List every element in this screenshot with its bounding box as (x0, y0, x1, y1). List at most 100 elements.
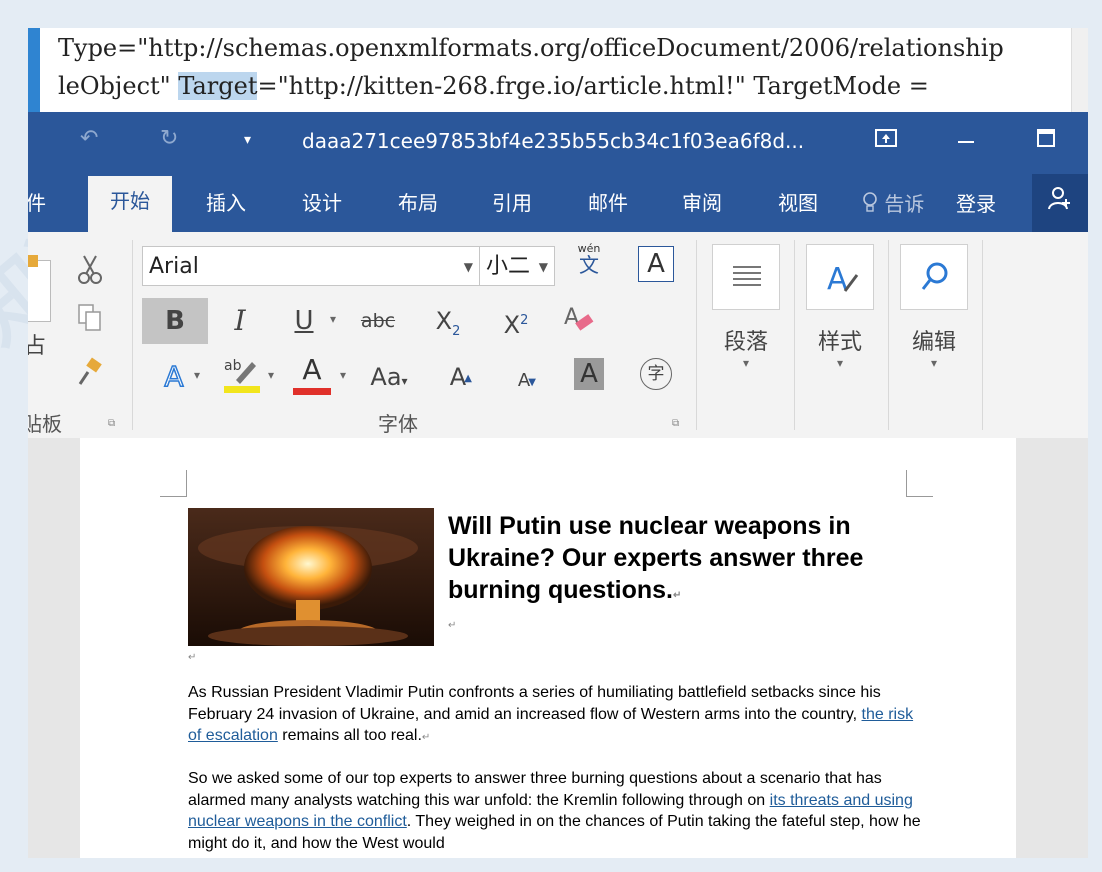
tab-insert[interactable]: 插入 (206, 188, 246, 232)
chevron-down-icon: ▼ (538, 260, 548, 274)
tab-references[interactable]: 引用 (492, 188, 532, 232)
bold-button[interactable]: B (142, 298, 208, 344)
font-name-value: Arial (149, 254, 199, 279)
xml-line-1: Type="http://schemas.openxmlformats.org/… (58, 34, 1004, 62)
paragraph-mark-icon: ↵ (188, 652, 197, 663)
chevron-down-icon[interactable]: ▾ (268, 368, 274, 382)
nuclear-explosion-image (188, 508, 434, 646)
paragraph-mark-icon: ↵ (673, 590, 682, 601)
superscript-button[interactable]: X2 (496, 298, 536, 348)
tab-review[interactable]: 审阅 (682, 188, 722, 232)
share-user-icon[interactable] (1032, 174, 1088, 232)
editing-button[interactable] (900, 244, 968, 310)
redo-icon[interactable]: ↻ (160, 126, 178, 151)
change-case-button[interactable]: Aa▾ (366, 356, 412, 402)
svg-text:ab: ab (224, 358, 242, 374)
xml-code-window: Type="http://schemas.openxmlformats.org/… (28, 28, 1088, 112)
paragraph-button[interactable] (712, 244, 780, 310)
xml-window-edge (28, 28, 40, 112)
styles-label: 样式 (817, 330, 862, 355)
font-size-value: 小二 (486, 254, 531, 279)
group-separator (794, 240, 795, 430)
clear-formatting-icon[interactable]: A (562, 302, 596, 336)
text-highlight-icon[interactable]: ab (222, 352, 262, 398)
tab-view[interactable]: 视图 (778, 188, 818, 232)
tab-mailings[interactable]: 邮件 (588, 188, 628, 232)
down-arrow-icon: ▼ (528, 377, 536, 388)
font-color-swatch (293, 388, 331, 395)
tab-layout[interactable]: 布局 (398, 188, 438, 232)
chevron-down-icon[interactable]: ▾ (330, 312, 336, 326)
strikethrough-button[interactable]: abc (358, 298, 398, 344)
article-paragraph-2: So we asked some of our top experts to a… (188, 768, 928, 854)
font-size-combo[interactable]: 小二 ▼ (479, 246, 555, 286)
paste-icon[interactable] (28, 255, 51, 322)
copy-icon[interactable] (76, 302, 104, 334)
paragraph-mark-icon: ↵ (421, 732, 431, 743)
superscript-x: X (503, 311, 521, 339)
word-screenshot: Type="http://schemas.openxmlformats.org/… (28, 28, 1088, 858)
font-color-letter: A (302, 353, 322, 386)
tab-home[interactable]: 开始 (88, 176, 172, 232)
paragraph-mark-icon: ↵ (448, 620, 457, 631)
italic-button[interactable]: I (224, 298, 256, 344)
text-effects-icon[interactable]: A (160, 356, 188, 398)
document-page[interactable]: Will Putin use nuclear weapons in Ukrain… (80, 438, 1016, 858)
styles-button[interactable]: A (806, 244, 874, 310)
subscript-button[interactable]: X2 (428, 298, 468, 355)
paragraph-label: 段落 (723, 330, 768, 355)
chevron-down-icon: ▾ (401, 374, 408, 388)
title-bar: ↶ ↻ ▾ daaa271cee97853bf4e235b55cb34c1f03… (28, 112, 1088, 174)
undo-icon[interactable]: ↶ (80, 126, 98, 151)
underline-button[interactable]: U (290, 298, 318, 344)
font-color-button[interactable]: A (292, 352, 332, 398)
chevron-down-icon[interactable]: ▾ (800, 356, 880, 370)
chevron-down-icon[interactable]: ▾ (894, 356, 974, 370)
chevron-down-icon[interactable]: ▾ (706, 356, 786, 370)
font-launcher-icon[interactable]: ⧉ (672, 418, 679, 429)
tell-me-box[interactable]: 告诉 (862, 188, 924, 217)
group-separator (132, 240, 133, 430)
character-border-button[interactable]: A (638, 246, 674, 282)
phonetic-guide-button[interactable]: wén 文 (574, 242, 604, 275)
clipboard-launcher-icon[interactable]: ⧉ (108, 418, 115, 429)
format-painter-icon[interactable] (76, 356, 104, 388)
xml-line-2-prefix: leObject" (58, 72, 179, 100)
paragraph-1-end: remains all too real. (277, 727, 422, 744)
font-name-combo[interactable]: Arial ▼ (142, 246, 480, 286)
ribbon-display-options-button[interactable] (866, 124, 906, 160)
minimize-button[interactable] (946, 124, 986, 160)
subscript-2: 2 (452, 323, 461, 339)
xml-line-2-suffix: ="http://kitten-268.frge.io/article.html… (257, 72, 929, 100)
lightbulb-icon (862, 192, 884, 216)
paste-label: 占 (28, 334, 47, 359)
cut-icon[interactable] (76, 254, 104, 286)
tell-me-label: 告诉 (884, 192, 925, 216)
margin-corner-mark (906, 470, 933, 497)
chevron-down-icon[interactable]: ▾ (340, 368, 346, 382)
font-group-label: 字体 (378, 412, 418, 436)
chevron-down-icon[interactable]: ▾ (194, 368, 200, 382)
enclose-characters-button[interactable]: 字 (640, 358, 672, 390)
chevron-down-icon: ▼ (463, 260, 473, 274)
grow-font-button[interactable]: A ▲ (444, 356, 472, 398)
ribbon-tabs: 件 开始 插入 设计 布局 引用 邮件 审阅 视图 告诉 登录 (28, 174, 1088, 232)
document-title: daaa271cee97853bf4e235b55cb34c1f03ea6f8d… (302, 129, 805, 153)
maximize-button[interactable] (1026, 124, 1066, 160)
login-link[interactable]: 登录 (956, 188, 996, 217)
group-separator (888, 240, 889, 430)
xml-scrollbar[interactable] (1071, 28, 1088, 112)
svg-text:A: A (564, 305, 579, 330)
tab-file[interactable]: 件 (28, 188, 46, 232)
tab-design[interactable]: 设计 (302, 188, 342, 232)
customize-toolbar-icon[interactable]: ▾ (244, 132, 251, 148)
subscript-x: X (435, 307, 453, 335)
character-shading-button[interactable]: A (574, 358, 604, 390)
group-separator (982, 240, 983, 430)
article-heading: Will Putin use nuclear weapons in Ukrain… (448, 510, 918, 612)
shrink-font-button[interactable]: A ▼ (512, 360, 536, 402)
margin-corner-mark (160, 470, 187, 497)
phonetic-char: 文 (579, 253, 599, 277)
screenshot-frame: 知道创宇 知道创宇 知道创宇 Type="http://schemas.open… (0, 0, 1102, 872)
editing-label: 编辑 (911, 330, 956, 355)
